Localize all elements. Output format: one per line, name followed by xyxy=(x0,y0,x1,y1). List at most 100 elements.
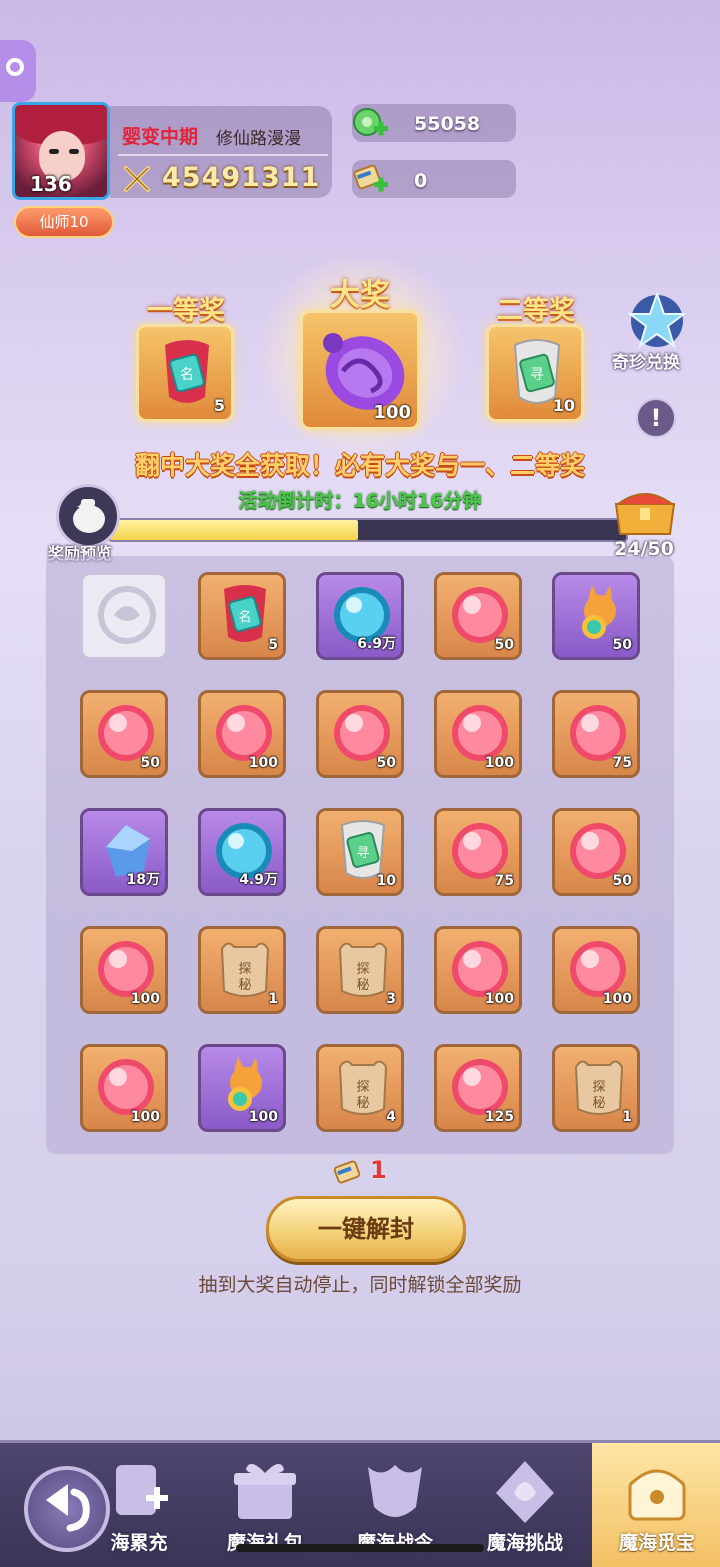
grid-cell-amount: 3 xyxy=(386,991,396,1007)
grid-cell[interactable]: 探秘 4 xyxy=(316,1044,404,1132)
grid-cell[interactable]: 100 xyxy=(198,1044,286,1132)
grid-cell[interactable]: 50 xyxy=(316,690,404,778)
pouch-star-icon: ✦ xyxy=(73,499,105,533)
grid-cell[interactable]: 100 xyxy=(552,926,640,1014)
svg-text:名: 名 xyxy=(180,367,194,383)
nav-tab-treasure[interactable]: 魔海觅宝 xyxy=(592,1443,720,1567)
title-badge[interactable]: 仙师10 xyxy=(14,206,114,238)
svg-text:探: 探 xyxy=(592,1080,605,1095)
grid-cell-amount: 1 xyxy=(622,1109,632,1125)
grid-cell-amount: 50 xyxy=(140,755,160,771)
grid-cell[interactable]: 6.9万 xyxy=(316,572,404,660)
second-prize-count: 10 xyxy=(552,396,575,415)
crossed-swords-icon xyxy=(124,166,150,192)
challenge-icon xyxy=(496,1461,554,1523)
back-button[interactable] xyxy=(24,1466,110,1552)
scroll-ticket-icon xyxy=(333,1160,361,1184)
grand-prize-box[interactable]: 100 xyxy=(300,310,420,430)
help-button[interactable]: ! xyxy=(636,398,676,438)
side-menu-tab[interactable] xyxy=(0,40,36,102)
grid-cell[interactable]: 125 xyxy=(434,1044,522,1132)
grid-cell[interactable]: 50 xyxy=(434,572,522,660)
grid-cell-amount: 100 xyxy=(602,991,632,1007)
grid-cell[interactable]: 4.9万 xyxy=(198,808,286,896)
grid-cell[interactable]: 100 xyxy=(434,926,522,1014)
svg-text:探: 探 xyxy=(356,962,369,977)
grid-cell-amount: 100 xyxy=(484,755,514,771)
treasure-icon xyxy=(628,1469,686,1521)
grid-cell[interactable]: 探秘 1 xyxy=(198,926,286,1014)
recharge-icon xyxy=(116,1465,168,1515)
grid-cell[interactable]: 50 xyxy=(80,690,168,778)
svg-text:寻: 寻 xyxy=(530,367,544,383)
grid-cell[interactable]: 寻 10 xyxy=(316,808,404,896)
back-arrow-icon xyxy=(46,1484,90,1532)
reward-preview-button[interactable]: ✦ xyxy=(56,484,120,548)
home-indicator xyxy=(236,1544,484,1552)
grid-cell-amount: 50 xyxy=(612,637,632,653)
treasure-chest-icon[interactable] xyxy=(610,486,680,538)
player-name: 修仙路漫漫 xyxy=(216,129,301,149)
grid-cell[interactable]: 探秘 3 xyxy=(316,926,404,1014)
unseal-hint: 抽到大奖自动停止，同时解锁全部奖励 xyxy=(198,1274,522,1296)
grid-cell[interactable]: 75 xyxy=(552,690,640,778)
menu-icon xyxy=(6,58,24,76)
scroll-ticket-icon[interactable] xyxy=(350,158,390,198)
first-prize-box[interactable]: 名 5 xyxy=(136,324,234,422)
grid-cell-amount: 100 xyxy=(484,991,514,1007)
svg-text:秘: 秘 xyxy=(356,978,369,993)
svg-text:寻: 寻 xyxy=(356,846,369,861)
grid-cell-amount: 100 xyxy=(248,755,278,771)
nav-label: 魔海觅宝 xyxy=(618,1532,695,1554)
grid-cell-amount: 50 xyxy=(376,755,396,771)
grid-cell-amount: 1 xyxy=(268,991,278,1007)
jade-coin-icon[interactable] xyxy=(350,104,390,144)
grid-cell[interactable]: 18万 xyxy=(80,808,168,896)
first-prize-count: 5 xyxy=(213,396,225,415)
grid-cell-amount: 5 xyxy=(268,637,278,653)
grid-cell[interactable]: 探秘 1 xyxy=(552,1044,640,1132)
grid-cell-amount: 10 xyxy=(376,873,396,889)
player-realm: 婴变中期 xyxy=(122,126,199,148)
grid-cell[interactable]: 50 xyxy=(552,572,640,660)
second-prize-box[interactable]: 寻 10 xyxy=(486,324,584,422)
grid-cell[interactable]: 75 xyxy=(434,808,522,896)
second-prize-title: 二等奖 xyxy=(496,296,575,326)
combat-power: 45491311 xyxy=(162,162,321,193)
svg-text:✦: ✦ xyxy=(76,500,86,514)
gift-icon xyxy=(234,1463,296,1519)
grid-cell[interactable]: 100 xyxy=(434,690,522,778)
progress-fill xyxy=(110,520,358,540)
ticket-value: 0 xyxy=(414,170,428,192)
grid-cell[interactable]: 名5 xyxy=(198,572,286,660)
grid-cell-amount: 75 xyxy=(494,873,514,889)
svg-text:秘: 秘 xyxy=(592,1096,605,1111)
exchange-label[interactable]: 奇珍兑换 xyxy=(612,348,680,373)
reward-grid: 名 5 6.9万 50 50 50 100 50 100 75 18万 4.9万寻 10 75 50 100 探… xyxy=(46,556,674,1154)
grid-cell-amount: 50 xyxy=(612,873,632,889)
svg-text:名: 名 xyxy=(238,609,251,625)
grid-cell-amount: 100 xyxy=(130,1109,160,1125)
grid-cell[interactable]: 50 xyxy=(552,808,640,896)
one-click-unseal-button[interactable]: 一键解封 xyxy=(266,1196,466,1262)
svg-text:秘: 秘 xyxy=(356,1096,369,1111)
grid-cell-amount: 100 xyxy=(130,991,160,1007)
grid-cell-amount: 125 xyxy=(484,1109,514,1125)
grid-cell-amount: 18万 xyxy=(126,872,160,888)
grid-cell-opened[interactable] xyxy=(80,572,168,660)
grid-cell-amount: 6.9万 xyxy=(357,636,396,652)
svg-text:探: 探 xyxy=(356,1080,369,1095)
grid-cell[interactable]: 100 xyxy=(80,926,168,1014)
war-order-icon xyxy=(368,1465,422,1517)
grid-cell-amount: 4 xyxy=(386,1109,396,1125)
red-token-icon: 名 xyxy=(165,340,209,403)
grid-cell[interactable]: 100 xyxy=(198,690,286,778)
star-crystal-icon[interactable] xyxy=(624,290,690,352)
grid-cell-amount: 100 xyxy=(248,1109,278,1125)
progress-bar xyxy=(108,518,628,542)
grand-prize-count: 100 xyxy=(373,402,411,423)
event-slogan: 翻中大奖全获取！必有大奖与一、二等奖 xyxy=(134,451,585,480)
grid-cell[interactable]: 100 xyxy=(80,1044,168,1132)
grid-cell-amount: 4.9万 xyxy=(239,872,278,888)
svg-text:探: 探 xyxy=(238,962,251,977)
